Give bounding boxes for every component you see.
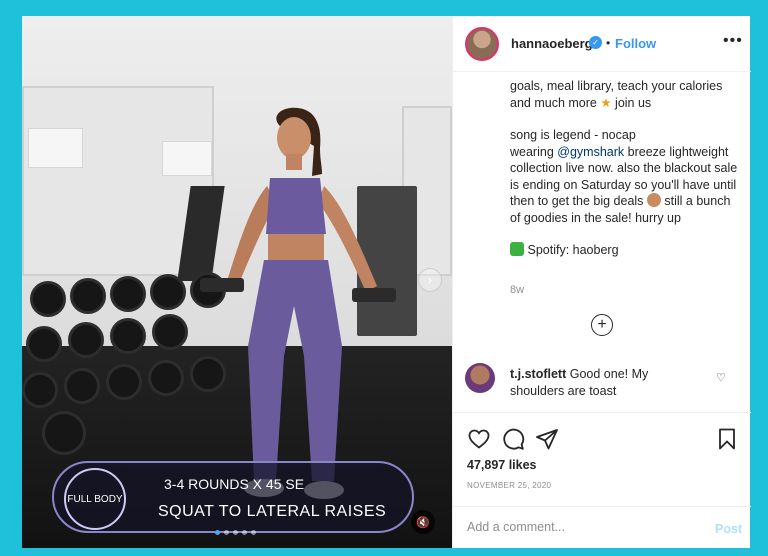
post-caption: goals, meal library, teach your calories… xyxy=(510,78,740,275)
carousel-dot[interactable] xyxy=(233,530,238,535)
person-figure xyxy=(200,107,396,499)
music-emoji-icon xyxy=(510,242,524,256)
next-icon[interactable]: › xyxy=(418,268,442,292)
dumbbell xyxy=(70,278,106,314)
dumbbell xyxy=(110,276,146,312)
post-actions: 47,897 likes NOVEMBER 25, 2020 Post xyxy=(453,412,751,548)
overlay-rounds: 3-4 ROUNDS X 45 SE xyxy=(164,476,305,492)
post-side-panel: hannaoeberg ✓ • Follow ••• goals, meal l… xyxy=(452,16,751,548)
follow-button[interactable]: Follow xyxy=(615,36,656,51)
avatar[interactable] xyxy=(465,363,495,393)
carousel-dot[interactable] xyxy=(215,530,220,535)
post-date: NOVEMBER 25, 2020 xyxy=(467,481,552,490)
caption-paragraph: song is legend - nocap wearing @gymshark… xyxy=(510,127,740,226)
username[interactable]: hannaoeberg xyxy=(511,36,593,51)
caption-text: wearing xyxy=(510,144,554,159)
comment-text: t.j.stoflett Good one! My shoulders are … xyxy=(510,366,700,399)
post-age: 8w xyxy=(510,284,525,296)
caption-paragraph: goals, meal library, teach your calories… xyxy=(510,78,740,111)
carousel-dot[interactable] xyxy=(251,530,256,535)
share-icon[interactable] xyxy=(535,427,559,451)
heart-icon[interactable]: ♡ xyxy=(716,371,726,384)
dumbbell xyxy=(106,364,142,400)
dumbbell xyxy=(22,372,58,408)
post-comment-button[interactable]: Post xyxy=(715,522,742,536)
header-separator: • xyxy=(606,36,611,50)
dumbbell xyxy=(42,411,86,455)
overlay-exercise: SQUAT TO LATERAL RAISES xyxy=(158,503,387,520)
carousel-dot[interactable] xyxy=(224,530,229,535)
comment-username[interactable]: t.j.stoflett xyxy=(510,367,566,381)
caption-text: Spotify: haoberg xyxy=(527,243,619,257)
more-options-button[interactable]: ••• xyxy=(723,32,743,50)
star-emoji-icon: ★ xyxy=(600,95,612,110)
carousel-dot[interactable] xyxy=(242,530,247,535)
dumbbell xyxy=(26,326,62,362)
exercise-overlay: FULL BODY 3-4 ROUNDS X 45 SE SQUAT TO LA… xyxy=(52,461,414,533)
mute-icon[interactable]: 🔇 xyxy=(411,510,435,534)
dumbbell xyxy=(64,368,100,404)
post-frame: › FULL BODY 3-4 ROUNDS X 45 SE SQUAT TO … xyxy=(22,16,751,548)
likes-count[interactable]: 47,897 likes xyxy=(467,458,537,472)
post-media[interactable]: › FULL BODY 3-4 ROUNDS X 45 SE SQUAT TO … xyxy=(22,16,452,548)
caption-text: song is legend - nocap xyxy=(510,128,636,142)
window-left xyxy=(28,128,83,168)
dumbbell xyxy=(30,281,66,317)
dumbbell xyxy=(110,318,146,354)
plus-icon[interactable]: + xyxy=(591,314,613,336)
avatar[interactable] xyxy=(465,27,499,61)
heart-icon[interactable] xyxy=(467,427,491,451)
comment-input[interactable] xyxy=(467,520,667,534)
face-emoji-icon xyxy=(646,193,661,207)
full-body-badge: FULL BODY xyxy=(64,468,126,530)
add-comment-bar: Post xyxy=(453,506,751,549)
bookmark-icon[interactable] xyxy=(715,427,739,451)
dumbbell xyxy=(68,322,104,358)
caption-text: join us xyxy=(615,95,652,110)
comment-icon[interactable] xyxy=(501,427,525,451)
mention-link[interactable]: @gymshark xyxy=(557,145,624,159)
carousel-dots xyxy=(215,530,256,535)
caption-paragraph: Spotify: haoberg xyxy=(510,242,740,259)
verified-icon: ✓ xyxy=(589,36,602,49)
post-header: hannaoeberg ✓ • Follow ••• xyxy=(453,16,751,72)
